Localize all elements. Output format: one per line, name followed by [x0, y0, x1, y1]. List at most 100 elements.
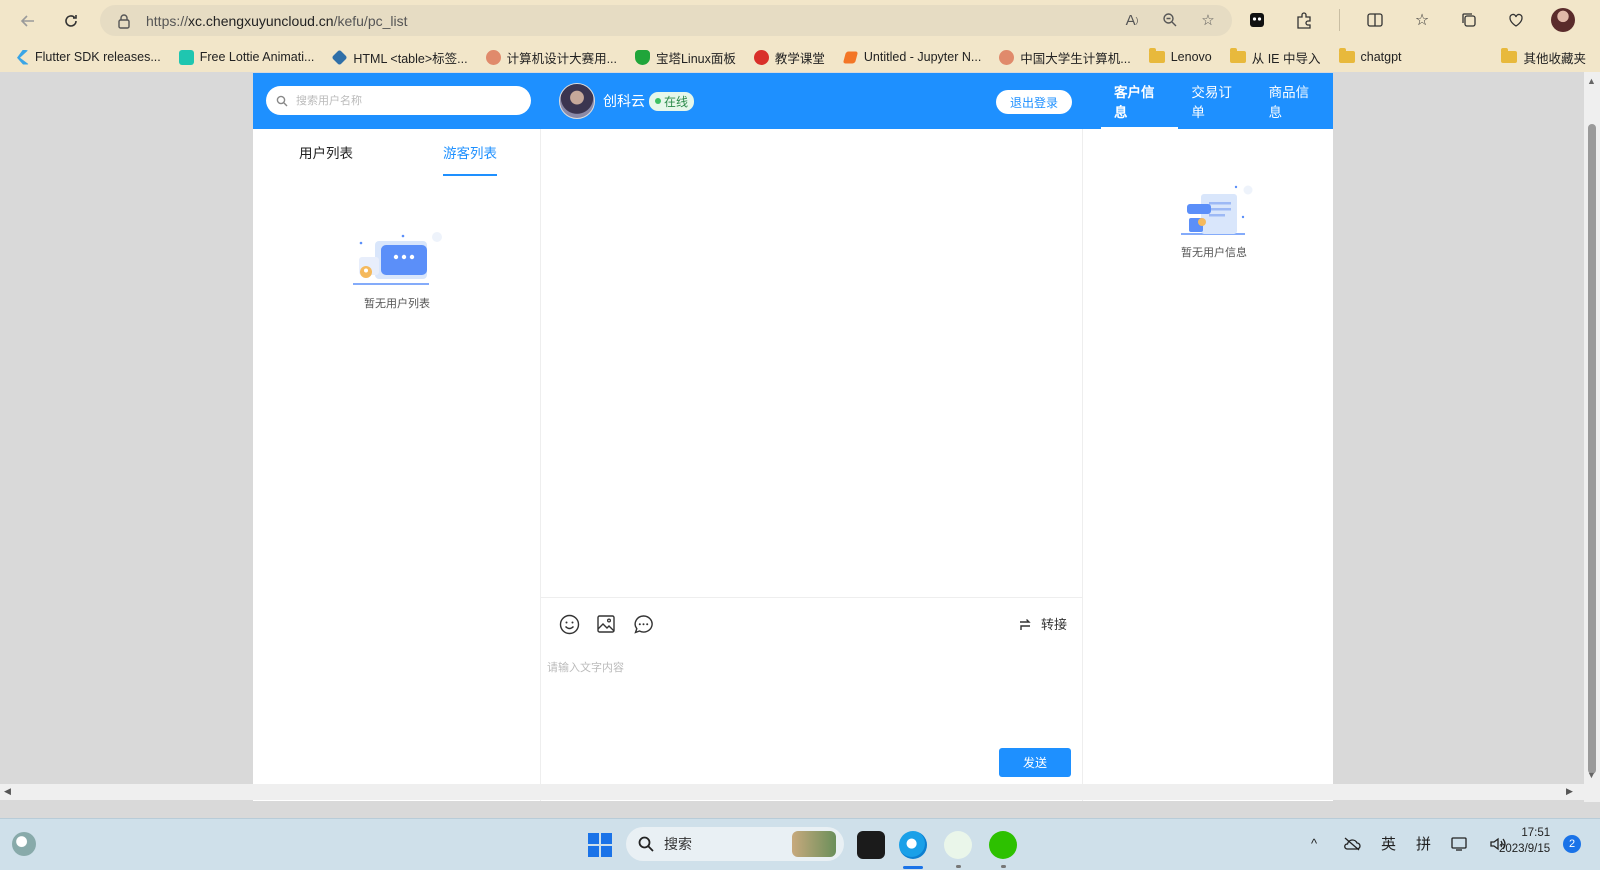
collections-icon[interactable] [1457, 8, 1481, 32]
lottie-icon [178, 49, 194, 65]
favorites-icon[interactable]: ☆ [1410, 8, 1434, 32]
search-icon [638, 836, 654, 852]
running-app-indicator [1001, 865, 1006, 868]
bookmark-item[interactable]: Free Lottie Animati... [178, 49, 314, 65]
emoji-icon [559, 614, 579, 634]
empty-user-info-text: 暂无用户信息 [1181, 247, 1247, 259]
other-bookmarks-folder[interactable]: 其他收藏夹 [1501, 48, 1586, 67]
running-app-indicator [956, 865, 961, 868]
address-bar[interactable]: https://xc.chengxuyuncloud.cn/kefu/pc_li… [100, 5, 1232, 36]
browser-titlebar: https://xc.chengxuyuncloud.cn/kefu/pc_li… [0, 0, 1600, 42]
clock-time: 17:51 [1521, 827, 1551, 839]
tab-products[interactable]: 商品信息 [1256, 73, 1333, 129]
bookmark-folder[interactable]: 从 IE 中导入 [1229, 48, 1321, 67]
read-aloud-icon[interactable]: A) [1122, 10, 1142, 30]
vertical-scrollbar-thumb[interactable] [1588, 124, 1596, 774]
user-search-box[interactable] [266, 86, 531, 115]
jupyter-icon [842, 51, 858, 63]
transfer-label: 转接 [1040, 617, 1067, 632]
scroll-right-arrow-icon[interactable]: ▶ [1566, 786, 1573, 797]
bookmark-item[interactable]: 宝塔Linux面板 [634, 48, 736, 67]
extensions-icon[interactable] [1292, 8, 1316, 32]
bookmark-item[interactable]: 教学课堂 [753, 48, 825, 67]
taskbar: 搜索 ^ 英 拼 17:51 2023/9/15 2 [0, 818, 1600, 870]
zoom-icon[interactable] [1160, 10, 1180, 30]
network-icon[interactable] [1451, 835, 1469, 853]
list-tabs: 用户列表 游客列表 [253, 129, 541, 176]
performance-icon[interactable] [1504, 8, 1528, 32]
file-explorer-icon[interactable] [857, 831, 885, 859]
agent-avatar [559, 83, 595, 119]
ime-mode[interactable]: 拼 [1416, 833, 1431, 854]
transfer-button[interactable]: 转接 [1017, 614, 1067, 633]
chevron-up-icon[interactable]: ^ [1305, 835, 1323, 853]
scroll-down-arrow-icon[interactable]: ▼ [1587, 770, 1596, 780]
bookmark-item[interactable]: 中国大学生计算机... [999, 48, 1131, 67]
vertical-scrollbar[interactable]: ▲ ▼ [1584, 72, 1600, 802]
scroll-left-arrow-icon[interactable]: ◀ [4, 786, 11, 797]
reload-icon [65, 15, 77, 27]
emoji-button[interactable] [557, 612, 581, 636]
bookmark-folder[interactable]: Lenovo [1148, 48, 1212, 64]
message-input[interactable] [547, 659, 1067, 739]
toolbar-divider [1339, 9, 1340, 31]
bookmarks-bar: Flutter SDK releases... Free Lottie Anim… [0, 42, 1600, 72]
profile-avatar[interactable] [1551, 8, 1575, 32]
bookmark-item[interactable]: HTML <table>标签... [331, 48, 468, 67]
split-screen-icon[interactable] [1363, 8, 1387, 32]
image-button[interactable] [594, 612, 618, 636]
ime-language[interactable]: 英 [1381, 833, 1396, 854]
onedrive-icon[interactable] [1343, 835, 1361, 853]
user-list-pane: 用户列表 游客列表 暂无用户列表 [253, 129, 541, 801]
start-button[interactable] [588, 833, 612, 857]
tab-guest-list[interactable]: 游客列表 [443, 142, 497, 176]
html-site-icon [331, 49, 348, 65]
app-icon[interactable] [1245, 8, 1269, 32]
tab-customer-info[interactable]: 客户信息 [1101, 73, 1179, 129]
empty-user-info: 暂无用户信息 [1173, 184, 1255, 260]
contest-site-icon [999, 49, 1015, 65]
contest-site-icon [485, 49, 501, 65]
online-dot-icon [655, 98, 661, 104]
scroll-up-arrow-icon[interactable]: ▲ [1587, 76, 1596, 86]
empty-document-illustration-icon [1181, 185, 1253, 235]
empty-user-list: 暂无用户列表 [351, 229, 443, 311]
notification-badge[interactable]: 2 [1563, 835, 1581, 853]
empty-chat-illustration-icon [353, 232, 442, 285]
horizontal-scrollbar[interactable]: ◀ ▶ [0, 784, 1584, 800]
folder-icon [1229, 48, 1246, 63]
back-button[interactable] [14, 7, 42, 35]
flutter-icon [17, 49, 29, 65]
tab-orders[interactable]: 交易订单 [1178, 73, 1255, 129]
lock-icon [116, 13, 132, 29]
transfer-icon [1019, 618, 1031, 630]
favorite-star-icon[interactable]: ☆ [1198, 10, 1218, 30]
agent-name: 创科云 [603, 93, 645, 109]
logout-button[interactable]: 退出登录 [996, 90, 1072, 114]
weather-widget-icon[interactable] [12, 832, 36, 856]
back-arrow-icon [20, 15, 34, 27]
reload-button[interactable] [57, 7, 85, 35]
clock-date: 2023/9/15 [1499, 843, 1551, 855]
search-input[interactable] [296, 94, 516, 107]
app-header: 创科云 在线 退出登录 客户信息 交易订单 商品信息 [253, 73, 1333, 129]
bookmark-item[interactable]: 计算机设计大赛用... [485, 48, 617, 67]
chat-messages-area [541, 129, 1083, 598]
tab-user-list[interactable]: 用户列表 [299, 142, 353, 174]
bookmark-item[interactable]: Untitled - Jupyter N... [842, 50, 981, 65]
url-text[interactable]: https://xc.chengxuyuncloud.cn/kefu/pc_li… [146, 13, 408, 29]
quick-reply-button[interactable] [631, 612, 655, 636]
folder-icon [1148, 48, 1165, 63]
chat-app-icon[interactable] [944, 831, 972, 859]
taskbar-search[interactable]: 搜索 [626, 827, 844, 861]
bookmark-folder[interactable]: chatgpt [1338, 48, 1402, 64]
bookmark-item[interactable]: Flutter SDK releases... [14, 49, 161, 65]
folder-icon [1501, 48, 1518, 63]
bt-panel-icon [634, 49, 650, 65]
send-button[interactable]: 发送 [999, 748, 1071, 777]
search-highlight-image [792, 831, 836, 857]
taskbar-search-label: 搜索 [664, 836, 692, 852]
edge-browser-icon[interactable] [899, 831, 927, 859]
wechat-icon[interactable] [989, 831, 1017, 859]
system-clock[interactable]: 17:51 2023/9/15 [1499, 825, 1550, 857]
